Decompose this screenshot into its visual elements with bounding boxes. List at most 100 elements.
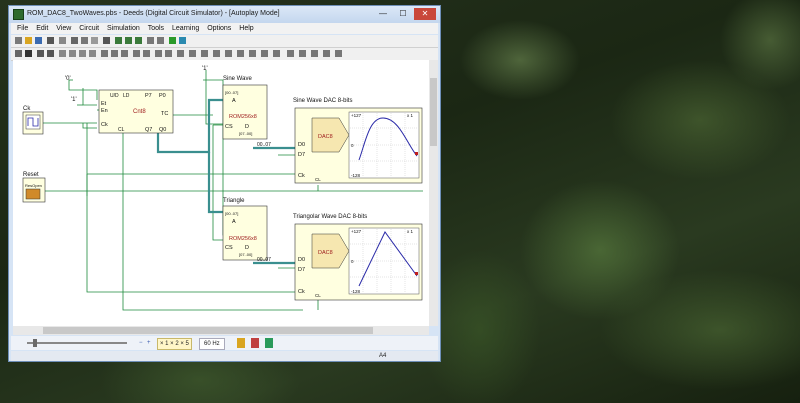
- zoom-plus-icon[interactable]: +: [147, 338, 151, 348]
- zoom-minus-icon[interactable]: −: [139, 338, 143, 348]
- horizontal-scroll-thumb[interactable]: [43, 327, 373, 334]
- speed-slider-track[interactable]: [27, 342, 127, 344]
- or-gate-icon[interactable]: [69, 50, 76, 57]
- reset-component[interactable]: Reset ResOpen: [22, 172, 46, 203]
- rom-sine-title: Sine Wave: [223, 76, 252, 82]
- dac-sine-title: Sine Wave DAC 8-bits: [293, 98, 352, 104]
- open-icon[interactable]: [25, 37, 32, 44]
- flip-icon[interactable]: [157, 37, 164, 44]
- status-bar: A4: [11, 351, 438, 361]
- dac-triangle-component[interactable]: Triangolar Wave DAC 8-bits DAC8 D0 D7 Ck…: [293, 214, 423, 301]
- port-icon[interactable]: [323, 50, 330, 57]
- zoom-in-icon[interactable]: [115, 37, 122, 44]
- probe-icon[interactable]: [273, 50, 280, 57]
- wire-icon[interactable]: [25, 50, 32, 57]
- rom-tri-d: D: [245, 245, 249, 251]
- flipflop-icon[interactable]: [101, 50, 108, 57]
- cut-icon[interactable]: [71, 37, 78, 44]
- input-icon[interactable]: [37, 50, 44, 57]
- timing-icon[interactable]: [179, 37, 186, 44]
- and-gate-icon[interactable]: [59, 50, 66, 57]
- text-icon[interactable]: [249, 50, 256, 57]
- rom-sine-component[interactable]: Sine Wave [00..07] A ROM256x8 CS D [07..…: [222, 76, 268, 140]
- dac-icon[interactable]: [225, 50, 232, 57]
- menu-edit[interactable]: Edit: [36, 23, 48, 34]
- title-bar[interactable]: ROM_DAC8_TwoWaves.pbs - Deeds (Digital C…: [9, 6, 440, 23]
- rom-triangle-component[interactable]: Triangle [00..07] A ROM256x8 CS D [07..0…: [222, 198, 268, 261]
- block-icon[interactable]: [335, 50, 342, 57]
- micro-icon[interactable]: [311, 50, 318, 57]
- bus-icon[interactable]: [237, 50, 244, 57]
- stop-icon[interactable]: [251, 338, 259, 348]
- page-size-label: A4: [379, 353, 387, 359]
- time-scale-selector[interactable]: × 1 × 2 × 5: [157, 338, 192, 350]
- menu-circuit[interactable]: Circuit: [79, 23, 99, 34]
- register-icon[interactable]: [121, 50, 128, 57]
- counter-ck: Ck: [101, 122, 108, 128]
- counter-tc: TC: [161, 111, 168, 117]
- vertical-scrollbar[interactable]: [429, 60, 438, 326]
- delete-icon[interactable]: [103, 37, 110, 44]
- output-icon[interactable]: [47, 50, 54, 57]
- label-icon[interactable]: [261, 50, 268, 57]
- main-toolbar: [11, 35, 438, 48]
- const-zero: '0': [65, 76, 71, 82]
- new-icon[interactable]: [15, 37, 22, 44]
- frequency-field[interactable]: 60 Hz: [199, 338, 225, 350]
- decoder-icon[interactable]: [143, 50, 150, 57]
- counter-icon[interactable]: [111, 50, 118, 57]
- test-icon[interactable]: [287, 50, 294, 57]
- menu-tools[interactable]: Tools: [148, 23, 164, 34]
- zoom-out-icon[interactable]: [125, 37, 132, 44]
- vertical-scroll-thumb[interactable]: [430, 78, 437, 146]
- menu-options[interactable]: Options: [207, 23, 231, 34]
- dac-tri-xlabel: x 1: [407, 229, 414, 234]
- xor-gate-icon[interactable]: [89, 50, 96, 57]
- dac-sine-d0: D0: [298, 142, 305, 148]
- horizontal-scrollbar[interactable]: [13, 326, 429, 335]
- clock-component[interactable]: Ck: [22, 106, 44, 135]
- undo-icon[interactable]: [59, 37, 66, 44]
- app-icon: [13, 9, 24, 20]
- close-button[interactable]: ✕: [414, 8, 436, 20]
- bus-label-sine: 00..07: [257, 142, 271, 148]
- menu-help[interactable]: Help: [239, 23, 253, 34]
- play-icon[interactable]: [169, 37, 176, 44]
- zoom-fit-icon[interactable]: [135, 37, 142, 44]
- dac-sine-component[interactable]: Sine Wave DAC 8-bits DAC8 D0 D7 Ck CL +1…: [293, 98, 423, 184]
- circuit-canvas[interactable]: Ck Reset ResOpen '0' '1' '1' Et En Ck U/…: [13, 60, 429, 326]
- counter-ud: U/D: [110, 93, 119, 99]
- clock-icon[interactable]: [213, 50, 220, 57]
- print-icon[interactable]: [47, 37, 54, 44]
- menu-file[interactable]: File: [17, 23, 28, 34]
- select-icon[interactable]: [15, 50, 22, 57]
- led-icon[interactable]: [189, 50, 196, 57]
- fsm-icon[interactable]: [299, 50, 306, 57]
- minimize-button[interactable]: —: [374, 8, 392, 20]
- rom-sine-range: [07..00]: [239, 131, 252, 136]
- switch-icon[interactable]: [201, 50, 208, 57]
- ram-icon[interactable]: [165, 50, 172, 57]
- triangle-cursor: [415, 272, 418, 275]
- display-icon[interactable]: [177, 50, 184, 57]
- maximize-button[interactable]: ☐: [394, 8, 412, 20]
- step-icon[interactable]: [237, 338, 245, 348]
- menu-simulation[interactable]: Simulation: [107, 23, 140, 34]
- rom-sine-d: D: [245, 124, 249, 130]
- paste-icon[interactable]: [91, 37, 98, 44]
- simulation-bar: − + × 1 × 2 × 5 60 Hz: [11, 336, 438, 350]
- rotate-icon[interactable]: [147, 37, 154, 44]
- menu-learning[interactable]: Learning: [172, 23, 199, 34]
- rom-sine-cs: CS: [225, 124, 233, 130]
- rom-icon[interactable]: [155, 50, 162, 57]
- not-gate-icon[interactable]: [79, 50, 86, 57]
- counter-component[interactable]: Et En Ck U/D LD P7 P0 Cnt8 TC Q7 Q0 CL: [98, 89, 174, 134]
- save-icon[interactable]: [35, 37, 42, 44]
- copy-icon[interactable]: [81, 37, 88, 44]
- counter-ld: LD: [123, 93, 130, 99]
- export-icon[interactable]: [265, 338, 273, 348]
- speed-slider-knob[interactable]: [33, 339, 37, 347]
- dac-tri-ymax: +127: [351, 229, 362, 234]
- menu-view[interactable]: View: [56, 23, 71, 34]
- mux-icon[interactable]: [133, 50, 140, 57]
